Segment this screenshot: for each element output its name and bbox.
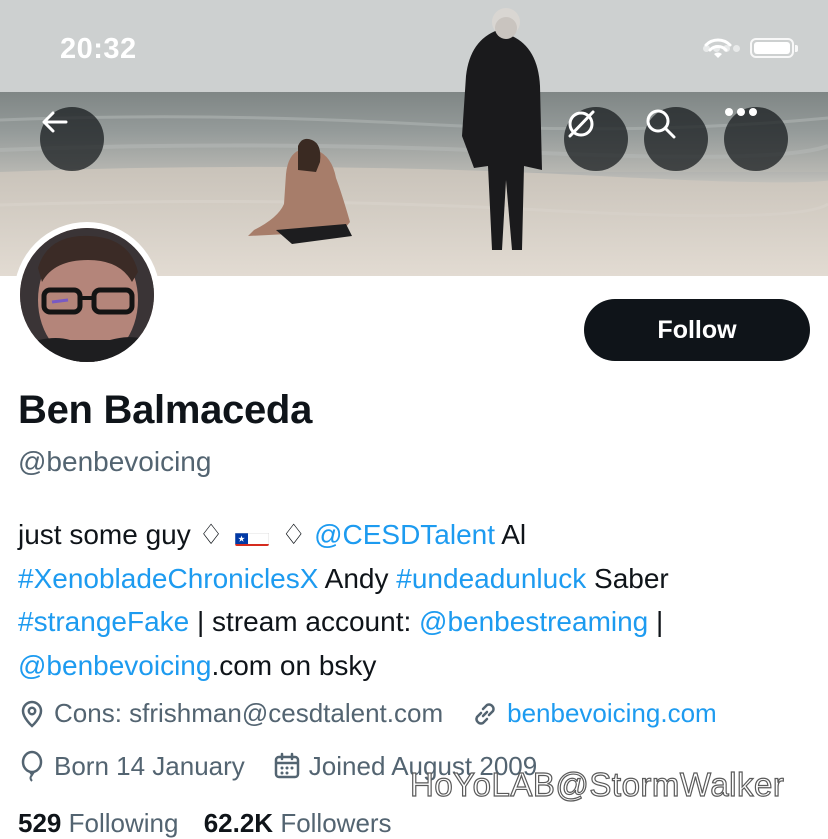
bio-text: | stream account: xyxy=(189,606,420,637)
bio-text: .com on bsky xyxy=(211,649,377,681)
website-link[interactable]: benbevoicing.com xyxy=(507,698,717,729)
bio-hashtag-xenoblade[interactable]: #XenobladeChroniclesX xyxy=(18,563,318,594)
profile-bio: just some guy ♢ ♢ @CESDTalent Al #Xenobl… xyxy=(18,513,808,687)
link-icon xyxy=(475,702,495,725)
bio-text: Al xyxy=(495,519,527,550)
wifi-icon xyxy=(704,38,732,58)
bio-hashtag-undeadunluck[interactable]: #undeadunluck xyxy=(396,563,586,594)
bio-text: ♢ xyxy=(273,519,315,550)
following-count: 529 xyxy=(18,808,62,838)
more-options-button[interactable] xyxy=(724,107,788,171)
chile-flag-icon xyxy=(235,524,270,546)
avatar[interactable] xyxy=(20,228,154,362)
bio-mention-benbevoicing[interactable]: @benbevoicing xyxy=(18,650,211,681)
profile-stats: 529 Following 62.2K Followers xyxy=(18,808,392,839)
avatar-photo xyxy=(20,228,154,362)
bio-hashtag-strangefake[interactable]: #strangeFake xyxy=(18,606,189,637)
search-button[interactable] xyxy=(644,107,708,171)
birthday-item: Born 14 January xyxy=(18,750,245,782)
profile-meta-row-1: Cons: sfrishman@cesdtalent.com benbevoic… xyxy=(18,698,717,729)
location-text: Cons: sfrishman@cesdtalent.com xyxy=(54,698,444,728)
grok-button[interactable] xyxy=(564,107,628,171)
followers-count: 62.2K xyxy=(203,808,274,838)
bio-mention-cesdtalent[interactable]: @CESDTalent xyxy=(314,519,495,550)
follow-button[interactable]: Follow xyxy=(584,299,810,361)
bio-text: | xyxy=(648,606,664,637)
status-indicators xyxy=(703,38,798,58)
birthday-text: Born 14 January xyxy=(54,750,245,781)
more-icon xyxy=(725,108,757,116)
followers-label: Followers xyxy=(280,808,392,838)
location-item: Cons: sfrishman@cesdtalent.com xyxy=(18,698,443,729)
search-icon xyxy=(646,109,676,139)
back-button[interactable] xyxy=(40,107,104,171)
back-arrow-icon xyxy=(42,111,68,133)
bio-text: Andy xyxy=(318,562,397,594)
profile-name: Ben Balmaceda xyxy=(18,388,313,432)
following-link[interactable]: 529 Following xyxy=(18,808,178,838)
bio-text: just some guy ♢ xyxy=(18,519,232,550)
status-time: 20:32 xyxy=(60,33,137,65)
birthday-balloon-icon xyxy=(21,750,43,782)
bio-text: Saber xyxy=(586,562,669,594)
grok-icon xyxy=(568,110,595,138)
avatar-container[interactable] xyxy=(14,222,160,368)
calendar-icon xyxy=(274,752,300,779)
bio-mention-benbestreaming[interactable]: @benbestreaming xyxy=(419,606,648,637)
watermark: HoYoLAB@StormWalker xyxy=(409,765,785,803)
followers-link[interactable]: 62.2K Followers xyxy=(204,808,392,838)
location-pin-icon xyxy=(21,700,43,728)
website-item[interactable]: benbevoicing.com xyxy=(471,698,717,729)
battery-icon xyxy=(750,38,798,58)
following-label: Following xyxy=(68,808,179,838)
profile-handle: @benbevoicing xyxy=(18,446,212,477)
